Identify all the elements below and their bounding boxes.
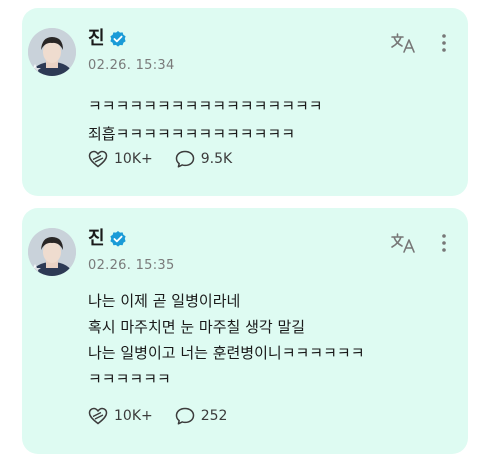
comment-bubble-icon: [175, 150, 194, 168]
post-date: 02.26. 15:35: [88, 258, 175, 273]
avatar-image: [28, 228, 76, 276]
translate-icon[interactable]: [390, 32, 416, 54]
comment-count: 9.5K: [200, 151, 233, 167]
author-name[interactable]: 진: [88, 228, 105, 250]
verified-badge-icon: [109, 231, 126, 247]
post-card[interactable]: 진 02.26. 15:35 나는 이제 곧 일병이라네 혹시 마주치면 눈 마…: [22, 208, 468, 454]
post-line: 나는 일병이고 너는 훈련병이니ㅋㅋㅋㅋㅋㅋ: [88, 344, 365, 362]
translate-icon[interactable]: [390, 232, 416, 254]
post-line: 혹시 마주치면 눈 마주칠 생각 말길: [88, 318, 306, 336]
comment-count: 252: [200, 408, 228, 424]
author-name-row[interactable]: 진: [88, 28, 127, 50]
author-name-row[interactable]: 진: [88, 228, 127, 250]
author-name[interactable]: 진: [88, 28, 105, 50]
like-count: 10K+: [114, 151, 153, 167]
avatar-image: [28, 28, 76, 76]
more-vertical-icon[interactable]: [440, 232, 448, 254]
post-line: ㅋㅋㅋㅋㅋㅋ: [88, 370, 171, 388]
avatar[interactable]: [28, 228, 76, 276]
post-date: 02.26. 15:34: [88, 58, 175, 73]
post-line: 죄흡ㅋㅋㅋㅋㅋㅋㅋㅋㅋㅋㅋㅋㅋ: [88, 125, 296, 143]
post-actions: 10K+ 9.5K: [88, 150, 254, 168]
comment-button[interactable]: 9.5K: [175, 150, 232, 168]
heart-bandage-icon: [88, 150, 108, 168]
like-count: 10K+: [114, 408, 153, 424]
post-line: 나는 이제 곧 일병이라네: [88, 292, 241, 310]
comment-button[interactable]: 252: [175, 407, 228, 425]
like-button[interactable]: 10K+: [88, 407, 153, 425]
post-body: ㅋㅋㅋㅋㅋㅋㅋㅋㅋㅋㅋㅋㅋㅋㅋㅋㅋ 죄흡ㅋㅋㅋㅋㅋㅋㅋㅋㅋㅋㅋㅋㅋ: [88, 92, 323, 148]
post-card[interactable]: 진 02.26. 15:34 ㅋㅋㅋㅋㅋㅋㅋㅋㅋㅋㅋㅋㅋㅋㅋㅋㅋ 죄흡ㅋㅋㅋㅋㅋ…: [22, 8, 468, 196]
verified-badge-icon: [109, 31, 126, 47]
heart-bandage-icon: [88, 407, 108, 425]
post-line: ㅋㅋㅋㅋㅋㅋㅋㅋㅋㅋㅋㅋㅋㅋㅋㅋㅋ: [88, 97, 323, 115]
comment-bubble-icon: [175, 407, 194, 425]
more-vertical-icon[interactable]: [440, 32, 448, 54]
avatar[interactable]: [28, 28, 76, 76]
post-body: 나는 이제 곧 일병이라네 혹시 마주치면 눈 마주칠 생각 말길 나는 일병이…: [88, 288, 365, 392]
like-button[interactable]: 10K+: [88, 150, 153, 168]
post-actions: 10K+ 252: [88, 407, 249, 425]
